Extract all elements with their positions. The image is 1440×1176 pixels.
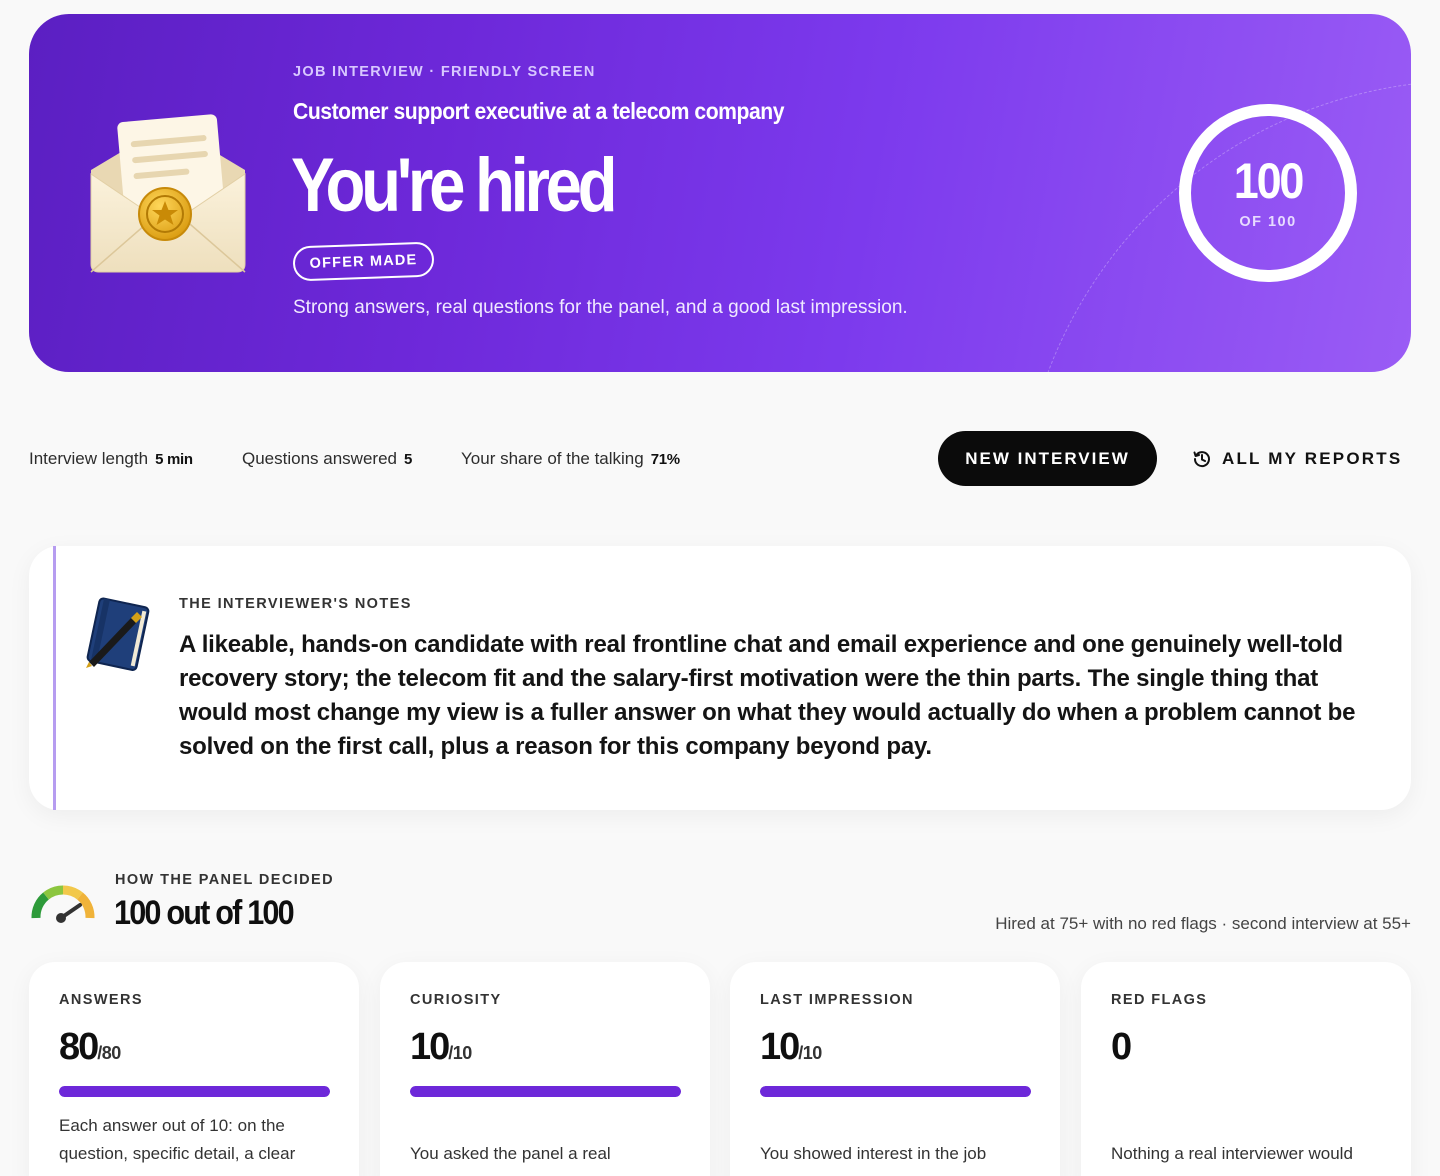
interviewer-notes-card: THE INTERVIEWER'S NOTES A likeable, hand…	[29, 546, 1411, 810]
card-score-value: 0	[1111, 1026, 1132, 1068]
card-score-max: /10	[798, 1043, 822, 1063]
envelope-seal-icon	[90, 114, 246, 273]
card-score-value: 80	[59, 1026, 99, 1068]
history-icon	[1193, 451, 1210, 468]
card-progress-fill	[59, 1086, 330, 1097]
score-card-last-impression: LAST IMPRESSION 10/10 You showed interes…	[730, 962, 1060, 1176]
stat-value: 5	[403, 451, 413, 468]
stat-label: Questions answered	[242, 449, 397, 468]
overall-score-value: 100	[1233, 153, 1305, 209]
notes-heading: THE INTERVIEWER'S NOTES	[179, 596, 412, 612]
interview-type-label: JOB INTERVIEW · FRIENDLY SCREEN	[293, 64, 596, 80]
card-progress-bar	[59, 1086, 330, 1097]
new-interview-button[interactable]: NEW INTERVIEW	[938, 431, 1157, 486]
stat-label: Interview length	[29, 449, 149, 468]
gauge-icon	[31, 885, 95, 923]
verdict-heading: You're hired	[291, 143, 618, 228]
card-progress-bar	[760, 1086, 1031, 1097]
card-label: CURIOSITY	[410, 992, 502, 1008]
stat-talking-share: Your share of the talking 71%	[461, 449, 680, 469]
notes-body: A likeable, hands-on candidate with real…	[179, 631, 1356, 760]
hiring-threshold-note: Hired at 75+ with no red flags · second …	[995, 914, 1411, 933]
card-label: RED FLAGS	[1111, 992, 1208, 1008]
stat-label: Your share of the talking	[461, 449, 644, 468]
card-score: 10/10	[410, 1026, 472, 1069]
card-progress-fill	[760, 1086, 1031, 1097]
card-score-max: /80	[97, 1043, 121, 1063]
job-role-title: Customer support executive at a telecom …	[293, 98, 785, 124]
panel-score: 100 out of 100	[114, 894, 295, 932]
stat-value: 5 min	[155, 451, 193, 468]
stat-interview-length: Interview length 5 min	[29, 449, 193, 469]
card-description: You asked the panel a real	[410, 1144, 611, 1163]
all-reports-button[interactable]: ALL MY REPORTS	[1192, 447, 1402, 471]
score-card-red-flags: RED FLAGS 0 Nothing a real interviewer w…	[1081, 962, 1411, 1176]
card-description: Nothing a real interviewer would	[1111, 1144, 1353, 1163]
card-score: 10/10	[760, 1026, 822, 1069]
card-score: 0	[1111, 1026, 1132, 1069]
card-progress-fill	[410, 1086, 681, 1097]
card-score-value: 10	[410, 1026, 450, 1068]
verdict-summary: Strong answers, real questions for the p…	[293, 297, 908, 318]
offer-status-badge: OFFER MADE	[292, 241, 435, 282]
card-description: Each answer out of 10: on the question, …	[59, 1116, 296, 1163]
notebook-pen-icon	[86, 597, 150, 671]
score-card-curiosity: CURIOSITY 10/10 You asked the panel a re…	[380, 962, 710, 1176]
overall-score-max: OF 100	[1239, 214, 1297, 230]
card-label: ANSWERS	[59, 992, 143, 1008]
stat-questions-answered: Questions answered 5	[242, 449, 412, 469]
card-score: 80/80	[59, 1026, 121, 1069]
notes-accent-rule	[53, 546, 56, 810]
overall-score-ring: 100 OF 100	[1179, 104, 1357, 282]
card-description: You showed interest in the job	[760, 1144, 987, 1163]
card-label: LAST IMPRESSION	[760, 992, 914, 1008]
result-hero: JOB INTERVIEW · FRIENDLY SCREEN Customer…	[29, 14, 1411, 372]
score-card-answers: ANSWERS 80/80 Each answer out of 10: on …	[29, 962, 359, 1176]
panel-heading: HOW THE PANEL DECIDED	[115, 872, 334, 888]
card-progress-bar	[410, 1086, 681, 1097]
all-reports-label: ALL MY REPORTS	[1222, 449, 1403, 468]
stat-value: 71%	[650, 451, 680, 468]
card-score-value: 10	[760, 1026, 800, 1068]
card-score-max: /10	[448, 1043, 472, 1063]
